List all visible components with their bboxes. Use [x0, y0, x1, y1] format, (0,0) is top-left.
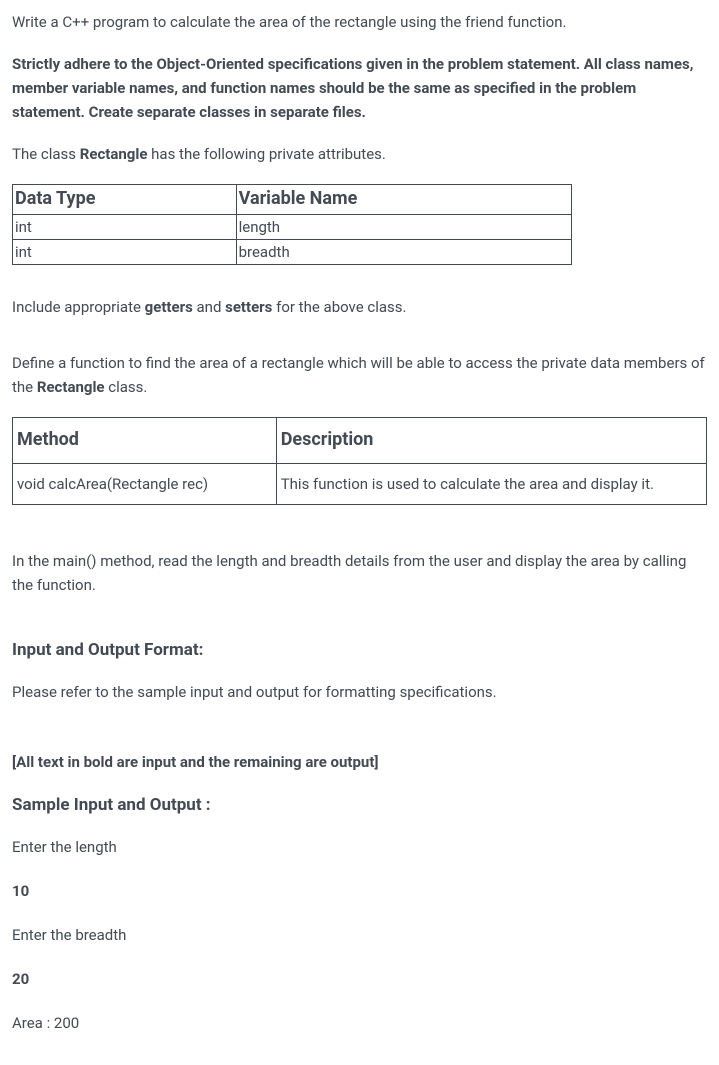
gs-bold2: setters	[225, 298, 272, 316]
sample-heading: Sample Input and Output :	[12, 792, 707, 819]
gs-mid: and	[193, 298, 225, 316]
attr-header-datatype: Data Type	[13, 185, 237, 215]
method-cell-method: void calcArea(Rectangle rec)	[13, 463, 277, 504]
intro-line-3-suffix: has the following private attributes.	[147, 145, 385, 163]
getters-setters-line: Include appropriate getters and setters …	[12, 295, 707, 319]
attr-cell-name: breadth	[236, 239, 571, 264]
intro-line-3-prefix: The class	[12, 145, 80, 163]
methods-table: Method Description void calcArea(Rectang…	[12, 417, 707, 505]
main-method-text: In the main() method, read the length an…	[12, 549, 707, 597]
bold-note: [All text in bold are input and the rema…	[12, 750, 707, 774]
gs-bold1: getters	[145, 298, 193, 316]
intro-line-3-bold: Rectangle	[80, 145, 148, 163]
table-row: int breadth	[13, 239, 572, 264]
df-bold: Rectangle	[37, 378, 105, 396]
df-suffix: class.	[105, 378, 148, 396]
table-row: void calcArea(Rectangle rec) This functi…	[13, 463, 707, 504]
attr-cell-name: length	[236, 214, 571, 239]
table-row: int length	[13, 214, 572, 239]
intro-line-2: Strictly adhere to the Object-Oriented s…	[12, 52, 707, 124]
method-cell-desc: This function is used to calculate the a…	[276, 463, 706, 504]
io-format-heading: Input and Output Format:	[12, 637, 707, 664]
table-header-row: Method Description	[13, 417, 707, 463]
attr-header-varname: Variable Name	[236, 185, 571, 215]
define-function-line: Define a function to find the area of a …	[12, 351, 707, 399]
attr-cell-type: int	[13, 239, 237, 264]
table-header-row: Data Type Variable Name	[13, 185, 572, 215]
method-header-method: Method	[13, 417, 277, 463]
sample-line: 10	[12, 879, 707, 903]
io-format-text: Please refer to the sample input and out…	[12, 680, 707, 704]
intro-line-3: The class Rectangle has the following pr…	[12, 142, 707, 166]
attributes-table: Data Type Variable Name int length int b…	[12, 184, 572, 265]
sample-line: Area : 200	[12, 1011, 707, 1035]
attr-cell-type: int	[13, 214, 237, 239]
intro-line-1: Write a C++ program to calculate the are…	[12, 10, 707, 34]
sample-line: Enter the length	[12, 835, 707, 859]
method-header-desc: Description	[276, 417, 706, 463]
sample-line: 20	[12, 967, 707, 991]
gs-suffix: for the above class.	[272, 298, 406, 316]
gs-prefix: Include appropriate	[12, 298, 145, 316]
sample-line: Enter the breadth	[12, 923, 707, 947]
